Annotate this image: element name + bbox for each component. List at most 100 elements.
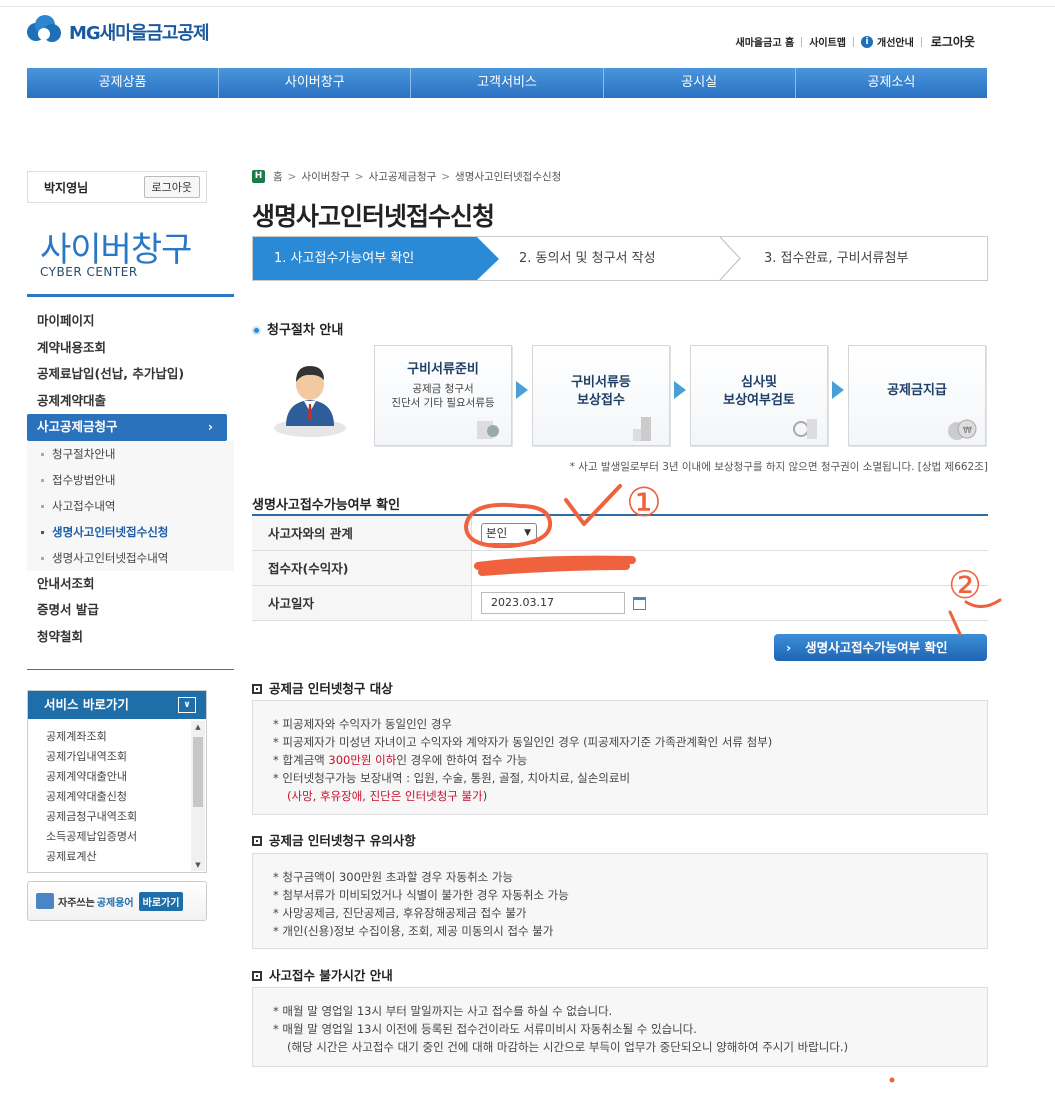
logo-text: MG새마을금고공제 [69, 23, 210, 44]
breadcrumb-item[interactable]: 사이버창구 [301, 169, 349, 184]
coin-icon: ₩ [948, 419, 977, 440]
book-icon [36, 893, 54, 909]
chevron-down-icon: ▼ [524, 527, 531, 538]
side-menu-withdraw[interactable]: 청약철회 [27, 624, 234, 651]
nav-customer-service[interactable]: 고객서비스 [411, 68, 604, 98]
side-submenu: 청구절차안내 접수방법안내 사고접수내역 생명사고인터넷접수신청 생명사고인터넷… [27, 440, 234, 571]
chevron-right-icon: › [786, 640, 792, 655]
process-step-receipt: 구비서류등 보상접수 [532, 345, 670, 446]
nav-disclosure[interactable]: 공시실 [604, 68, 796, 98]
chevron-right-icon: › [207, 419, 213, 434]
submenu-method[interactable]: 접수방법안내 [27, 467, 234, 493]
service-item[interactable]: 공제금청구내역조회 [46, 807, 191, 827]
chevron-down-icon[interactable]: ∨ [178, 697, 196, 713]
util-link-improvement[interactable]: 개선안내 [877, 34, 914, 49]
side-title-bar [27, 294, 234, 297]
form-label: 사고일자 [252, 586, 472, 620]
side-menu-payment[interactable]: 공제료납입(선납, 추가납입) [27, 361, 234, 388]
service-item[interactable]: 공제계약대출신청 [46, 787, 191, 807]
service-item[interactable]: 공제가입내역조회 [46, 747, 191, 767]
info-line: * 인터넷청구가능 보장내역 : 입원, 수술, 통원, 골절, 치아치료, 실… [273, 771, 631, 785]
service-scrollbar[interactable]: ▲ ▼ [191, 721, 205, 871]
nav-products[interactable]: 공제상품 [27, 68, 220, 98]
service-shortcut-header[interactable]: 서비스 바로가기 ∨ [28, 691, 206, 719]
service-list: 공제계좌조회 공제가입내역조회 공제계약대출안내 공제계약대출신청 공제금청구내… [28, 727, 191, 867]
info-line: * 합계금액 300만원 이하인 경우에 한하여 접수 가능 [273, 753, 528, 767]
info-line: * 개인(신용)정보 수집이용, 조회, 제공 미동의시 접수 불가 [273, 924, 554, 938]
util-link-home[interactable]: 새마을금고 홈 [736, 34, 795, 49]
breadcrumb-item[interactable]: 홈 [273, 169, 283, 184]
submenu-online-history[interactable]: 생명사고인터넷접수내역 [27, 545, 234, 571]
receiver-value [472, 551, 988, 585]
service-item[interactable]: 소득공제납입증명서 [46, 827, 191, 847]
breadcrumb: H 홈 > 사이버창구 > 사고공제금청구 > 생명사고인터넷접수신청 [252, 169, 561, 184]
info-line: (사망, 후유장애, 진단은 인터넷청구 불가) [287, 789, 488, 803]
form-row-relation: 사고자와의 관계 본인 ▼ [252, 516, 988, 551]
step-indicator: 1. 사고접수가능여부 확인 2. 동의서 및 청구서 작성 3. 접수완료, … [252, 236, 988, 281]
accident-date-input[interactable]: 2023.03.17 [481, 592, 625, 614]
eligibility-form: 사고자와의 관계 본인 ▼ 접수자(수익자) 사고일자 2023.03.17 [252, 514, 988, 621]
term-highlight: 공제용어 [96, 897, 134, 909]
side-menu-loan[interactable]: 공제계약대출 [27, 388, 234, 415]
breadcrumb-item[interactable]: 사고공제금청구 [369, 169, 437, 184]
term-dictionary-banner[interactable]: 자주쓰는 공제용어 바로가기 [27, 881, 207, 921]
scroll-down-icon: ▼ [195, 861, 201, 869]
global-nav: 공제상품 사이버창구 고객서비스 공시실 공제소식 [27, 68, 987, 98]
form-row-receiver: 접수자(수익자) [252, 551, 988, 586]
person-icon [274, 366, 346, 437]
section-title: 공제금 인터넷청구 유의사항 [252, 830, 416, 849]
side-menu-certificate[interactable]: 증명서 발급 [27, 597, 234, 624]
utility-links: 새마을금고 홈 사이트맵 i 개선안내 로그아웃 [736, 33, 975, 50]
step-2: 2. 동의서 및 청구서 작성 [519, 251, 656, 266]
scroll-up-icon: ▲ [195, 723, 201, 731]
section-box-caution: * 청구금액이 300만원 초과할 경우 자동취소 가능 * 첨부서류가 미비되… [252, 853, 988, 949]
side-menu-contract[interactable]: 계약내용조회 [27, 335, 234, 362]
util-link-sitemap[interactable]: 사이트맵 [809, 34, 846, 49]
form-label: 접수자(수익자) [252, 551, 472, 585]
step-chevron-icon [719, 237, 741, 280]
process-step-review: 심사및 보상여부검토 [690, 345, 828, 446]
process-step-payment: 공제금지급 ₩ [848, 345, 986, 446]
service-shortcut: 서비스 바로가기 ∨ 공제계좌조회 공제가입내역조회 공제계약대출안내 공제계약… [27, 690, 207, 873]
side-menu-guide[interactable]: 안내서조회 [27, 571, 234, 598]
user-box: 박지영님 로그아웃 [27, 171, 207, 203]
relation-select[interactable]: 본인 ▼ [481, 522, 537, 544]
submenu-online-apply[interactable]: 생명사고인터넷접수신청 [27, 519, 234, 545]
home-icon[interactable]: H [252, 170, 265, 183]
process-step-documents: 구비서류준비 공제금 청구서 진단서 기타 필요서류등 [374, 345, 512, 446]
stray-dot [889, 1077, 895, 1083]
submenu-procedure[interactable]: 청구절차안내 [27, 441, 234, 467]
form-row-date: 사고일자 2023.03.17 [252, 586, 988, 621]
submenu-history[interactable]: 사고접수내역 [27, 493, 234, 519]
nav-cyber-center[interactable]: 사이버창구 [219, 68, 412, 98]
side-menu-bottom-line [27, 669, 234, 670]
service-item[interactable]: 공제료계산 [46, 847, 191, 867]
form-title: 생명사고접수가능여부 확인 [252, 498, 401, 513]
side-menu-mypage[interactable]: 마이페이지 [27, 308, 234, 335]
term-go-button[interactable]: 바로가기 [138, 891, 184, 911]
info-line: * 사망공제금, 진단공제금, 후유장해공제금 접수 불가 [273, 906, 527, 920]
info-icon: i [861, 35, 874, 48]
side-menu-claim[interactable]: 사고공제금청구 › [27, 414, 227, 441]
svg-text:₩: ₩ [963, 426, 972, 436]
info-line: * 피공제자와 수익자가 동일인인 경우 [273, 717, 453, 731]
logout-link[interactable]: 로그아웃 [931, 33, 975, 50]
step-1-arrow [477, 237, 499, 280]
service-shortcut-title: 서비스 바로가기 [44, 697, 129, 712]
logo[interactable]: MG새마을금고공제 [27, 15, 210, 49]
section-box-target: * 피공제자와 수익자가 동일인인 경우 * 피공제자가 미성년 자녀이고 수익… [252, 700, 988, 815]
calendar-icon[interactable] [633, 596, 646, 610]
check-eligibility-button[interactable]: › 생명사고접수가능여부 확인 [774, 634, 987, 661]
process-arrow-icon [516, 381, 528, 399]
info-line: * 피공제자가 미성년 자녀이고 수익자와 계약자가 동일인인 경우 (피공제자… [273, 735, 773, 749]
form-label: 사고자와의 관계 [252, 516, 472, 550]
step-3: 3. 접수완료, 구비서류첨부 [764, 251, 909, 266]
service-item[interactable]: 공제계좌조회 [46, 727, 191, 747]
nav-news[interactable]: 공제소식 [796, 68, 987, 98]
side-logout-button[interactable]: 로그아웃 [143, 176, 200, 198]
service-item[interactable]: 공제계약대출안내 [46, 767, 191, 787]
process-notice: * 사고 발생일로부터 3년 이내에 보상청구를 하지 않으면 청구권이 소멸됩… [569, 461, 988, 473]
process-title: 청구절차 안내 [252, 319, 343, 338]
document-icon [477, 421, 499, 439]
info-line: (해당 시간은 사고접수 대기 중인 건에 대해 마감하는 시간으로 부득이 업… [287, 1040, 849, 1054]
